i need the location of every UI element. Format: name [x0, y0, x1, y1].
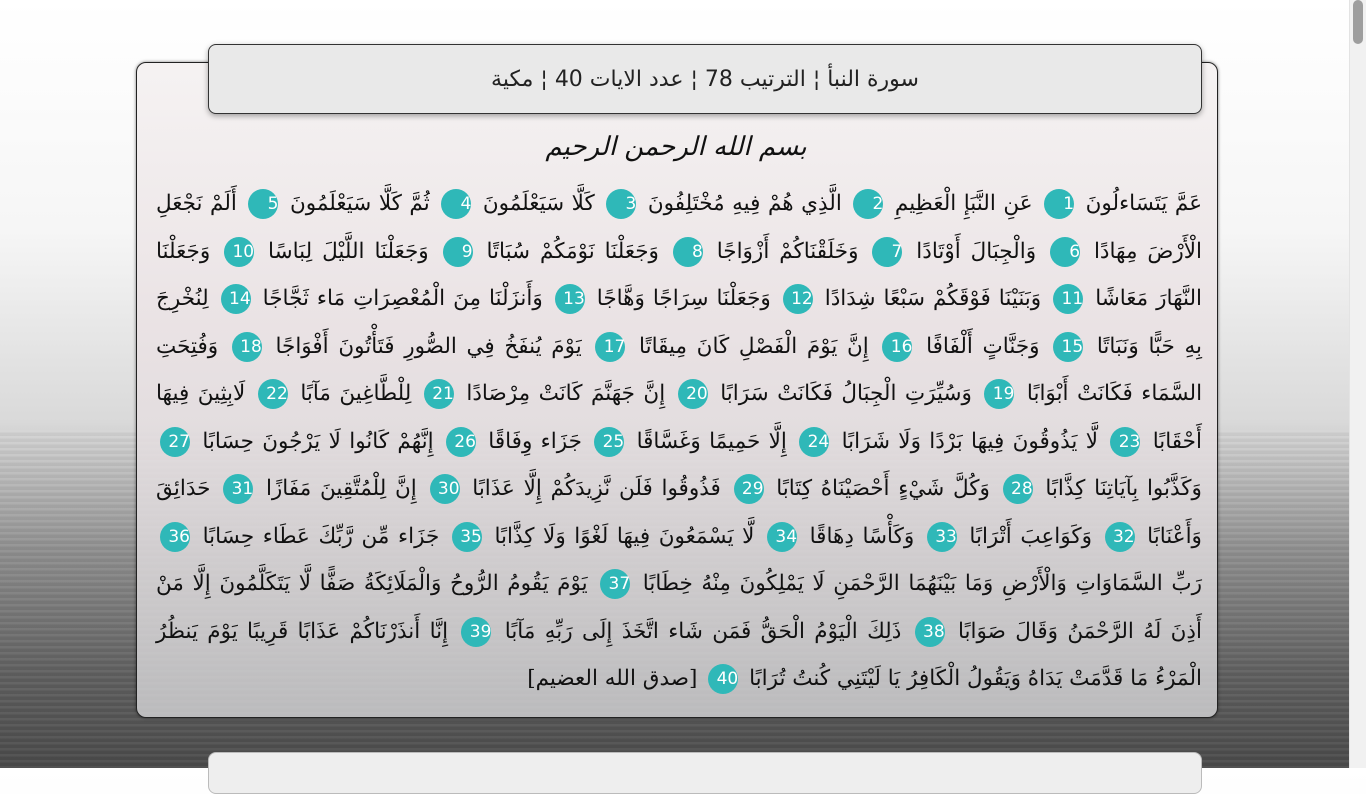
- verse-number: 17: [595, 331, 626, 362]
- verse-text: فَذُوقُوا فَلَن نَّزِيدَكُمْ إِلَّا عَذَ…: [472, 476, 721, 501]
- surah-header: سورة النبأ ¦ الترتيب 78 ¦ عدد الايات 40 …: [208, 44, 1202, 114]
- verse-number: 31: [223, 474, 254, 504]
- verse-number: 16: [882, 331, 913, 362]
- verse-text: يَوْمَ يُنفَخُ فِي الصُّورِ فَتَأْتُونَ …: [275, 333, 582, 359]
- verse-text: الَّذِي هُمْ فِيهِ مُخْتَلِفُونَ: [647, 191, 842, 216]
- verse-number: 34: [767, 521, 798, 552]
- verse-number: 27: [160, 426, 190, 457]
- verse-number: 12: [782, 284, 813, 314]
- verse-number: 21: [423, 379, 454, 409]
- verse-text: وَالْجِبَالَ أَوْتَادًا: [916, 238, 1037, 264]
- verse-text: وَكَوَاعِبَ أَتْرَابًا: [969, 523, 1092, 549]
- verse-text: وَكَأْسًا دِهَاقًا: [809, 523, 915, 549]
- verse-number: 22: [257, 379, 288, 409]
- verse-number: 10: [224, 236, 255, 267]
- verse-text: إِنَّهُمْ كَانُوا لَا يَرْجُونَ حِسَابًا: [202, 428, 434, 454]
- verse-text: عَنِ النَّبَإِ الْعَظِيمِ: [894, 191, 1033, 216]
- verse-number: 39: [461, 616, 492, 647]
- verse-number: 1: [1044, 189, 1075, 219]
- verse-number: 40: [708, 664, 739, 694]
- verse-text: إِنَّ لِلْمُتَّقِينَ مَفَازًا: [265, 476, 417, 501]
- verse-text: وَكُلَّ شَيْءٍ أَحْصَيْنَاهُ كِتَابًا: [776, 476, 990, 501]
- verse-text: لَّا يَذُوقُونَ فِيهَا بَرْدًا وَلَا شَر…: [841, 428, 1099, 454]
- verse-number: 33: [926, 521, 957, 552]
- verse-number: 8: [672, 236, 703, 267]
- verse-text: وَبَنَيْنَا فَوْقَكُمْ سَبْعًا شِدَادًا: [824, 286, 1042, 311]
- verse-number: 7: [872, 236, 903, 267]
- verse-number: 6: [1050, 236, 1081, 267]
- verse-number: 37: [600, 569, 631, 599]
- verse-number: 20: [677, 379, 708, 409]
- verse-text: إِلَّا حَمِيمًا وَغَسَّاقًا: [636, 428, 787, 454]
- next-surah-card[interactable]: [208, 752, 1202, 794]
- verse-number: 4: [441, 189, 472, 219]
- verse-number: 19: [984, 379, 1015, 409]
- verse-text: وَخَلَقْنَاكُمْ أَزْوَاجًا: [716, 238, 859, 264]
- verse-text: وَجَعَلْنَا سِرَاجًا وَهَّاجًا: [596, 286, 771, 311]
- verse-number: 14: [220, 284, 251, 314]
- verse-text: لِلْطَّاغِينَ مَآبًا: [300, 381, 412, 406]
- verse-number: 26: [445, 426, 476, 457]
- verse-text: وَأَنزَلْنَا مِنَ الْمُعْصِرَاتِ مَاء ثَ…: [262, 286, 543, 311]
- verse-number: 38: [914, 616, 945, 647]
- verse-text: رَبِّ السَّمَاوَاتِ وَالْأَرْضِ وَمَا بَ…: [642, 571, 1202, 596]
- verse-text: إِنَّ يَوْمَ الْفَصْلِ كَانَ مِيقَاتًا: [639, 333, 869, 359]
- verse-number: 25: [594, 426, 625, 457]
- basmala: بسم الله الرحمن الرحيم: [545, 132, 807, 162]
- verse-text: ثُمَّ كَلَّا سَيَعْلَمُونَ: [289, 191, 430, 216]
- verse-number: 36: [160, 521, 190, 552]
- verse-text: وَكَذَّبُوا بِآيَاتِنَا كِذَّابًا: [1045, 476, 1202, 501]
- verse-text: وَسُيِّرَتِ الْجِبَالُ فَكَانَتْ سَرَابً…: [720, 381, 972, 406]
- verse-text: وَجَعَلْنَا نَوْمَكُمْ سُبَاتًا: [486, 238, 659, 264]
- verse-number: 5: [248, 189, 279, 219]
- verse-text: جَزَاء وِفَاقًا: [488, 428, 582, 454]
- verse-number: 30: [429, 474, 460, 504]
- verse-number: 28: [1002, 474, 1033, 504]
- scrollbar[interactable]: [1349, 0, 1366, 768]
- verse-number: 32: [1104, 521, 1135, 552]
- verse-text: إِنَّ جَهَنَّمَ كَانَتْ مِرْصَادًا: [466, 381, 666, 406]
- closing-phrase: [صدق الله العضيم]: [527, 666, 698, 691]
- verse-text: جَزَاء مِّن رَّبِّكَ عَطَاء حِسَابًا: [202, 523, 440, 549]
- verse-number: 35: [451, 521, 482, 552]
- verse-number: 29: [733, 474, 764, 504]
- verse-text: وَجَعَلْنَا اللَّيْلَ لِبَاسًا: [268, 238, 429, 264]
- verse-number: 11: [1053, 284, 1084, 314]
- scrollbar-thumb[interactable]: [1353, 0, 1363, 44]
- verses-block: عَمَّ يَتَسَاءلُونَ 1 عَنِ النَّبَإِ الْ…: [156, 180, 1202, 703]
- verse-text: وَجَنَّاتٍ أَلْفَافًا: [926, 333, 1040, 359]
- verse-text: لَّا يَسْمَعُونَ فِيهَا لَغْوًا وَلَا كِ…: [494, 523, 755, 549]
- verse-number: 18: [231, 331, 262, 362]
- verse-text: عَمَّ يَتَسَاءلُونَ: [1085, 191, 1203, 216]
- verse-number: 13: [554, 284, 585, 314]
- verse-number: 9: [442, 236, 473, 267]
- verse-number: 3: [606, 189, 637, 219]
- verse-number: 24: [799, 426, 830, 457]
- verse-number: 2: [853, 189, 884, 219]
- verse-number: 15: [1053, 331, 1084, 362]
- verse-text: ذَلِكَ الْيَوْمُ الْحَقُّ فَمَن شَاء اتَ…: [504, 618, 902, 644]
- verse-text: كَلَّا سَيَعْلَمُونَ: [482, 191, 595, 216]
- verse-number: 23: [1110, 426, 1141, 457]
- surah-info: سورة النبأ ¦ الترتيب 78 ¦ عدد الايات 40 …: [491, 66, 919, 92]
